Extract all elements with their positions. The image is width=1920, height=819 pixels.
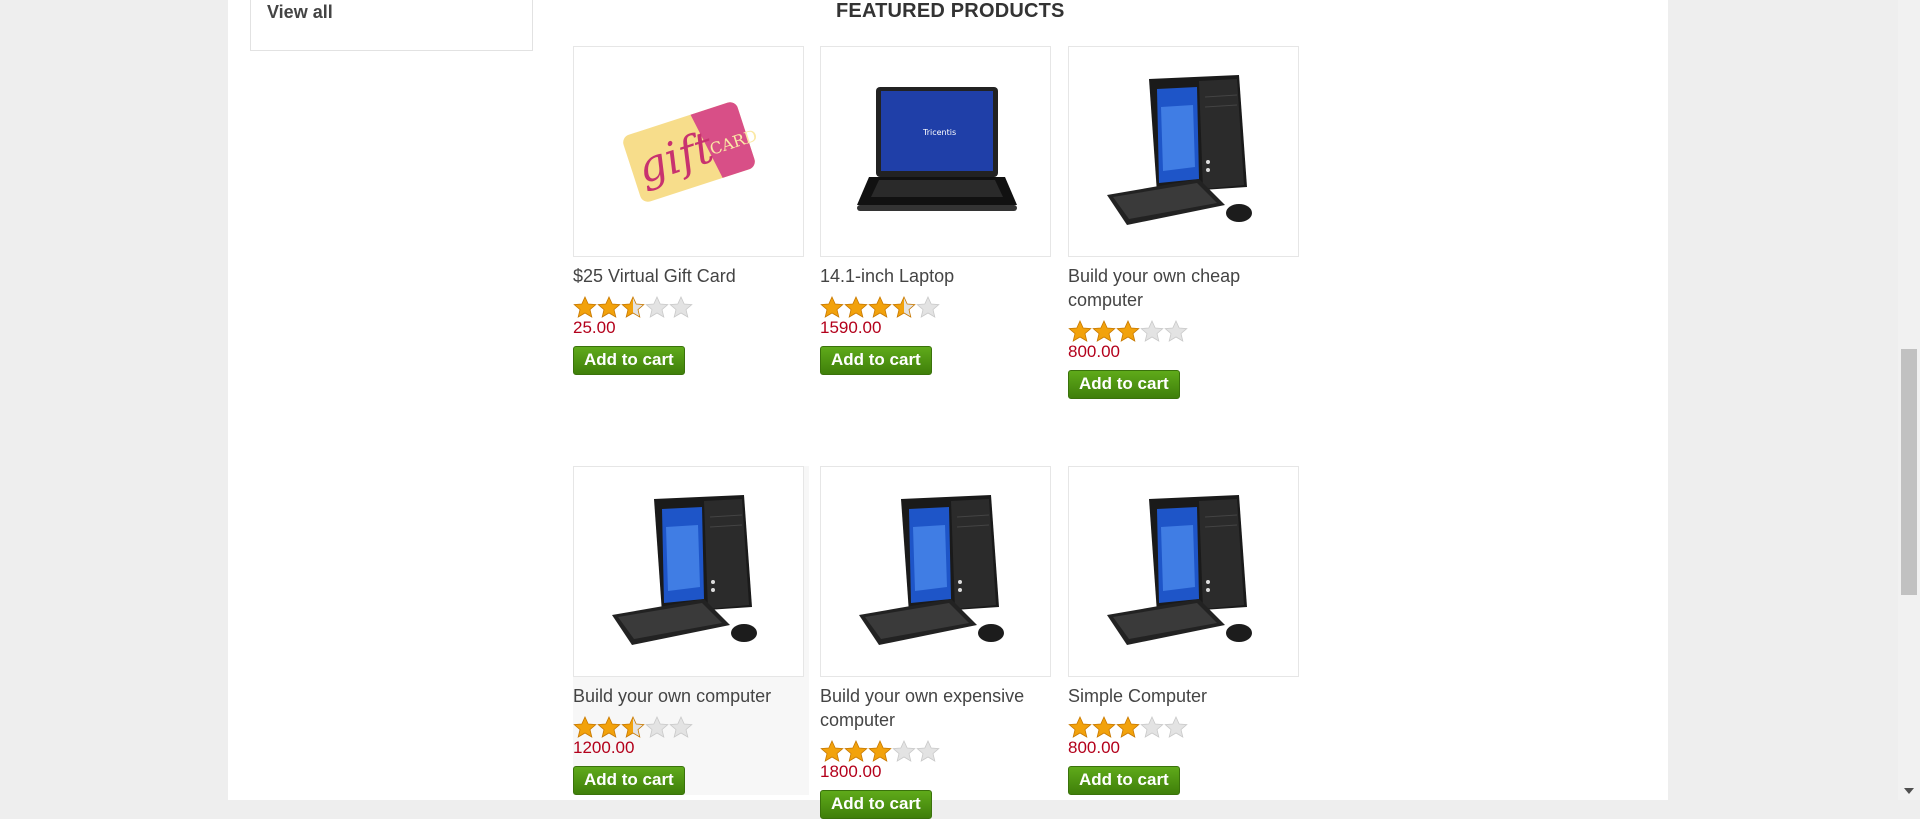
rating-star-icon bbox=[1092, 716, 1116, 738]
product-item: Tricentis 14.1-inch Laptop 1590.00 Add to c… bbox=[820, 46, 1056, 375]
rating-star-icon bbox=[1092, 320, 1116, 342]
product-title[interactable]: Build your own computer bbox=[573, 684, 809, 708]
product-price: 25.00 bbox=[573, 318, 616, 337]
product-item: Build your own cheap computer 800.00 Add t… bbox=[1068, 46, 1304, 399]
view-all-link[interactable]: View all bbox=[267, 2, 333, 23]
desktop-computer-image bbox=[858, 494, 1004, 645]
add-to-cart-button[interactable]: Add to cart bbox=[1068, 766, 1180, 795]
rating-star-icon bbox=[621, 716, 645, 738]
rating-star-icon bbox=[573, 716, 597, 738]
rating-star-icon bbox=[1140, 716, 1164, 738]
product-rating bbox=[820, 740, 1056, 762]
product-thumbnail[interactable] bbox=[1068, 466, 1299, 677]
add-to-cart-button[interactable]: Add to cart bbox=[573, 346, 685, 375]
product-title[interactable]: Build your own cheap computer bbox=[1068, 264, 1304, 312]
rating-star-icon bbox=[597, 296, 621, 318]
rating-star-icon bbox=[1068, 716, 1092, 738]
vertical-scrollbar[interactable] bbox=[1898, 0, 1920, 800]
product-thumbnail[interactable] bbox=[1068, 46, 1299, 257]
rating-star-icon bbox=[645, 716, 669, 738]
rating-star-icon bbox=[1140, 320, 1164, 342]
product-title[interactable]: Build your own expensive computer bbox=[820, 684, 1056, 732]
product-price: 1590.00 bbox=[820, 318, 882, 337]
rating-star-icon bbox=[892, 740, 916, 762]
rating-star-icon bbox=[868, 296, 892, 318]
rating-star-icon bbox=[621, 296, 645, 318]
product-item: Build your own expensive computer 1800.00… bbox=[820, 466, 1056, 819]
rating-star-icon bbox=[1116, 716, 1140, 738]
product-rating bbox=[1068, 716, 1304, 738]
product-price: 800.00 bbox=[1068, 342, 1120, 361]
rating-star-icon bbox=[669, 296, 693, 318]
product-item: Simple Computer 800.00 Add to cart bbox=[1068, 466, 1304, 795]
rating-star-icon bbox=[820, 296, 844, 318]
product-title[interactable]: $25 Virtual Gift Card bbox=[573, 264, 809, 288]
rating-star-icon bbox=[916, 740, 940, 762]
rating-star-icon bbox=[844, 740, 868, 762]
product-price: 1200.00 bbox=[573, 738, 635, 757]
rating-star-icon bbox=[597, 716, 621, 738]
product-thumbnail[interactable] bbox=[820, 466, 1051, 677]
product-thumbnail[interactable]: gift CARD bbox=[573, 46, 804, 257]
product-item: gift CARD $25 Virtual Gift Card 25.00 Add to… bbox=[573, 46, 809, 375]
product-rating bbox=[820, 296, 1056, 318]
rating-star-icon bbox=[820, 740, 844, 762]
rating-star-icon bbox=[892, 296, 916, 318]
desktop-computer-image bbox=[1106, 74, 1252, 225]
gift-card-image: giftCARD bbox=[622, 101, 759, 202]
svg-text:Tricentis: Tricentis bbox=[922, 128, 956, 137]
product-price: 800.00 bbox=[1068, 738, 1120, 757]
product-rating bbox=[1068, 320, 1304, 342]
rating-star-icon bbox=[1116, 320, 1140, 342]
product-item: Build your own computer 1200.00 Add to car… bbox=[573, 466, 809, 795]
product-price: 1800.00 bbox=[820, 762, 882, 781]
add-to-cart-button[interactable]: Add to cart bbox=[820, 790, 932, 819]
add-to-cart-button[interactable]: Add to cart bbox=[820, 346, 932, 375]
rating-star-icon bbox=[844, 296, 868, 318]
product-thumbnail[interactable]: Tricentis bbox=[820, 46, 1051, 257]
add-to-cart-button[interactable]: Add to cart bbox=[1068, 370, 1180, 399]
product-thumbnail[interactable] bbox=[573, 466, 804, 677]
product-title[interactable]: 14.1-inch Laptop bbox=[820, 264, 1056, 288]
rating-star-icon bbox=[669, 716, 693, 738]
product-rating bbox=[573, 716, 809, 738]
rating-star-icon bbox=[868, 740, 892, 762]
product-title[interactable]: Simple Computer bbox=[1068, 684, 1304, 708]
add-to-cart-button[interactable]: Add to cart bbox=[573, 766, 685, 795]
product-rating bbox=[573, 296, 809, 318]
rating-star-icon bbox=[1164, 320, 1188, 342]
rating-star-icon bbox=[1164, 716, 1188, 738]
rating-star-icon bbox=[645, 296, 669, 318]
desktop-computer-image bbox=[1106, 494, 1252, 645]
page-content: View all FEATURED PRODUCTS gift CARD $25 V… bbox=[228, 0, 1920, 819]
scrollbar-thumb[interactable] bbox=[1901, 349, 1917, 595]
rating-star-icon bbox=[573, 296, 597, 318]
rating-star-icon bbox=[916, 296, 940, 318]
section-title: FEATURED PRODUCTS bbox=[836, 0, 1065, 22]
rating-star-icon bbox=[1068, 320, 1092, 342]
sidebar-categories-box: View all bbox=[250, 0, 533, 51]
scroll-down-arrow-icon[interactable] bbox=[1904, 788, 1914, 794]
laptop-image: Tricentis bbox=[856, 86, 1017, 211]
desktop-computer-image bbox=[611, 494, 757, 645]
